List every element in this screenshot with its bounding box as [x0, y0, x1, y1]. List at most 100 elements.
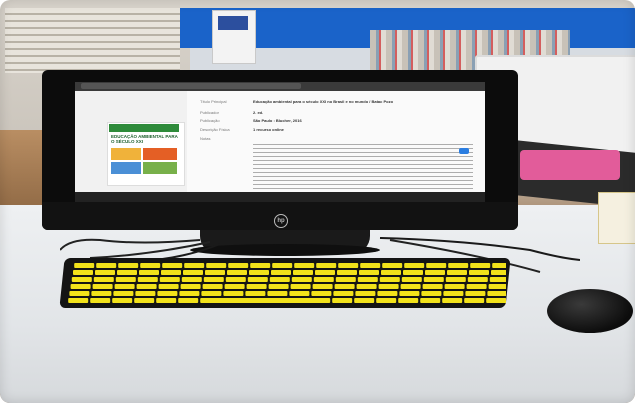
meta-value: São Paulo : Blucher, 2016: [253, 118, 302, 123]
keyboard-key: [423, 277, 444, 282]
keyboard-key: [357, 277, 378, 282]
keyboard-key: [360, 263, 381, 268]
keyboard-key: [400, 284, 421, 289]
keyboard-key: [489, 277, 506, 282]
keyboard-key: [183, 270, 203, 275]
keyboard-key: [403, 270, 423, 275]
keyboard-key: [74, 263, 95, 268]
keyboard-key: [312, 284, 333, 289]
keyboard-key: [162, 263, 183, 268]
keyboard-key: [178, 298, 199, 303]
keyboard-key: [382, 263, 403, 268]
photo-scene: EDUCAÇÃO AMBIENTAL PARA O SÉCULO XXI Tít…: [0, 0, 635, 403]
keyboard-key: [69, 291, 90, 296]
meta-value: 1 recurso online: [253, 127, 284, 132]
keyboard-key: [377, 291, 398, 296]
keyboard-key: [376, 298, 397, 303]
keyboard-key: [247, 277, 268, 282]
book-cover-title: EDUCAÇÃO AMBIENTAL PARA O SÉCULO XXI: [111, 134, 178, 144]
keyboard-key: [181, 277, 202, 282]
keyboard-key: [245, 291, 266, 296]
cover-image: [111, 148, 141, 160]
keyboard-key: [93, 277, 114, 282]
keyboard-key: [135, 291, 156, 296]
taskbar: [75, 192, 485, 202]
keyboard-key: [420, 298, 441, 303]
keyboard-key: [90, 298, 111, 303]
meta-label: Publicação: [200, 118, 220, 123]
keyboard-key: [159, 277, 180, 282]
keyboard-key: [269, 277, 290, 282]
keyboard-key: [467, 277, 488, 282]
keyboard-key: [442, 298, 463, 303]
pink-device: [520, 150, 620, 180]
keyboard-key: [466, 284, 487, 289]
keyboard-key: [335, 277, 356, 282]
keyboard-key: [487, 291, 506, 296]
keyboard-key: [134, 298, 155, 303]
keyboard-key: [491, 270, 506, 275]
keyboard-key: [184, 263, 205, 268]
keyboard-key: [137, 277, 158, 282]
keyboard-key: [115, 277, 136, 282]
keyboard-key: [448, 263, 469, 268]
keyboard-key: [401, 277, 422, 282]
keyboard-key: [421, 291, 442, 296]
summary-text-block: [253, 144, 473, 190]
keyboard-key: [71, 277, 92, 282]
keyboard-key: [112, 298, 133, 303]
keyboard-key: [227, 270, 247, 275]
keyboard-key: [332, 298, 353, 303]
cover-image: [143, 162, 177, 174]
keyboard-key: [486, 298, 506, 303]
keyboard-key: [68, 298, 89, 303]
keyboard-key: [465, 291, 486, 296]
keyboard-key: [117, 270, 137, 275]
keyboard-key: [118, 263, 139, 268]
keyboard-key: [444, 284, 465, 289]
scroll-badge: [459, 148, 469, 154]
keyboard-key: [334, 284, 355, 289]
keyboard-key: [469, 270, 489, 275]
keyboard-key: [161, 270, 181, 275]
keyboard-key: [381, 270, 401, 275]
keyboard-key: [92, 284, 113, 289]
keyboard-key: [399, 291, 420, 296]
keyboard-key: [271, 270, 291, 275]
spacebar-key: [200, 298, 331, 303]
keyboard-key: [404, 263, 425, 268]
keyboard-key: [223, 291, 244, 296]
keyboard-key: [313, 277, 334, 282]
keyboard-key: [136, 284, 157, 289]
keyboard-key: [206, 263, 227, 268]
keyboard-key: [228, 263, 249, 268]
keyboard-key: [289, 291, 310, 296]
keyboard-key: [224, 284, 245, 289]
keyboard-key: [355, 291, 376, 296]
keyboard-key: [398, 298, 419, 303]
keyboard-key: [443, 291, 464, 296]
keyboard-key: [488, 284, 506, 289]
keyboard-key: [359, 270, 379, 275]
keyboard-key: [249, 270, 269, 275]
keyboard-key: [315, 270, 335, 275]
keyboard-key: [250, 263, 271, 268]
book-cover-band: [109, 124, 179, 132]
meta-label: Título Principal: [200, 99, 227, 104]
meta-value: 2. ed.: [253, 110, 264, 115]
keyboard-key: [378, 284, 399, 289]
keyboard-key: [290, 284, 311, 289]
cover-image: [111, 162, 141, 174]
keyboard-key: [267, 291, 288, 296]
keyboard-key: [202, 284, 223, 289]
keyboard-key: [311, 291, 332, 296]
keyboard-key: [180, 284, 201, 289]
keyboard-key: [157, 291, 178, 296]
keyboard-key: [464, 298, 485, 303]
keyboard-key: [225, 277, 246, 282]
keyboard-key: [156, 298, 177, 303]
keyboard-key: [272, 263, 293, 268]
keyboard-key: [445, 277, 466, 282]
keyboard-key: [70, 284, 91, 289]
keyboard-key: [203, 277, 224, 282]
